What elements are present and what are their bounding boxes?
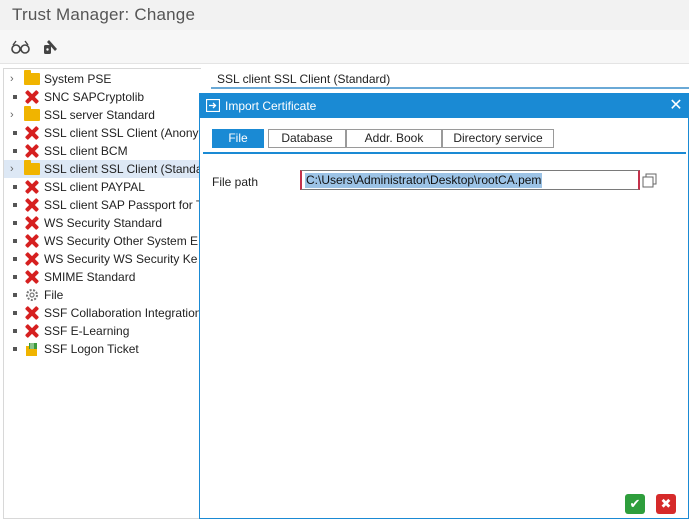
import-icon [205, 98, 221, 113]
tab-addr-book[interactable]: Addr. Book [346, 129, 442, 148]
cancel-button[interactable]: ✖ [656, 494, 676, 514]
file-path-value: C:\Users\Administrator\Desktop\rootCA.pe… [305, 173, 543, 188]
selected-pse-field[interactable]: SSL client SSL Client (Standard) [211, 69, 689, 89]
bullet-icon [13, 239, 17, 243]
bullet-icon [13, 203, 17, 207]
bullet-icon [13, 131, 17, 135]
tree-item[interactable]: SSF Logon Ticket [4, 340, 201, 358]
cancel-x-icon: ✖ [660, 496, 672, 511]
window-title: Trust Manager: Change [12, 5, 196, 24]
tree-item-label: SSL client SSL Client (Anony [44, 126, 199, 140]
error-x-icon [24, 305, 40, 321]
error-x-icon [24, 89, 40, 105]
value-help-icon[interactable] [642, 172, 658, 188]
tree-item-label: SSF Collaboration Integration [44, 306, 201, 320]
bullet-icon [13, 185, 17, 189]
checkmark-icon: ✔ [629, 496, 641, 511]
error-x-icon [24, 197, 40, 213]
tree-item-label: SSF Logon Ticket [44, 342, 139, 356]
gear-icon [24, 287, 40, 303]
tree-item-label: WS Security WS Security Ke [44, 252, 198, 266]
tree-item-label: WS Security Other System E [44, 234, 199, 248]
tree-item[interactable]: SMIME Standard [4, 268, 201, 286]
file-path-input[interactable]: C:\Users\Administrator\Desktop\rootCA.pe… [300, 170, 640, 190]
tree-item-label: WS Security Standard [44, 216, 163, 230]
bullet-icon [13, 95, 17, 99]
toolbar [0, 30, 689, 64]
tree-item-label: SMIME Standard [44, 270, 136, 284]
tree-item[interactable]: SNC SAPCryptolib [4, 88, 201, 106]
pse-tree: › System PSE SNC SAPCryptolib › SSL server S… [3, 68, 201, 519]
tab-underline [203, 152, 686, 154]
tree-item-label: SSL client PAYPAL [44, 180, 145, 194]
bullet-icon [13, 149, 17, 153]
bullet-icon [13, 221, 17, 225]
bullet-icon [13, 275, 17, 279]
tree-item[interactable]: › SSL client SSL Client (Standa [4, 160, 201, 178]
error-x-icon [24, 143, 40, 159]
folder-icon [24, 70, 40, 87]
folder-icon [24, 160, 40, 177]
tree-item[interactable]: SSL client BCM [4, 142, 201, 160]
bullet-icon [13, 311, 17, 315]
expand-arrow-icon[interactable]: › [10, 107, 18, 123]
tab-file[interactable]: File [212, 129, 264, 148]
tree-item[interactable]: SSF Collaboration Integration [4, 304, 201, 322]
ok-button[interactable]: ✔ [625, 494, 645, 514]
tree-item[interactable]: WS Security WS Security Ke [4, 250, 201, 268]
error-x-icon [24, 215, 40, 231]
file-path-label: File path [212, 175, 259, 189]
tree-item[interactable]: SSL client SAP Passport for T [4, 196, 201, 214]
tab-database[interactable]: Database [268, 129, 346, 148]
tree-item[interactable]: WS Security Standard [4, 214, 201, 232]
tree-item-label: SSL client SSL Client (Standa [44, 162, 201, 176]
tree-item-label: System PSE [44, 72, 112, 86]
error-x-icon [24, 323, 40, 339]
tree-item-label: SSF E-Learning [44, 324, 130, 338]
tree-item[interactable]: File [4, 286, 201, 304]
title-bar: Trust Manager: Change [0, 0, 689, 30]
tree-item[interactable]: SSF E-Learning [4, 322, 201, 340]
tree-item[interactable]: SSL client PAYPAL [4, 178, 201, 196]
error-x-icon [24, 251, 40, 267]
close-icon[interactable]: ✕ [667, 96, 685, 116]
dialog-title: Import Certificate [225, 99, 317, 113]
expand-arrow-icon[interactable]: › [10, 161, 18, 177]
error-x-icon [24, 179, 40, 195]
bullet-icon [13, 293, 17, 297]
expand-arrow-icon[interactable]: › [10, 71, 18, 87]
bullet-icon [13, 257, 17, 261]
error-x-icon [24, 269, 40, 285]
folder-icon [24, 106, 40, 123]
ticket-icon [24, 341, 40, 357]
bullet-icon [13, 347, 17, 351]
tree-item-label: File [44, 288, 64, 302]
error-x-icon [24, 233, 40, 249]
import-certificate-dialog: Import Certificate ✕ File Database Addr.… [199, 93, 689, 519]
tree-item[interactable]: › System PSE [4, 70, 201, 88]
tree-item-label: SSL client SAP Passport for T [44, 198, 201, 212]
tree-item[interactable]: › SSL server Standard [4, 106, 201, 124]
tree-item-label: SSL client BCM [44, 144, 128, 158]
dialog-header: Import Certificate ✕ [200, 94, 688, 118]
glasses-icon[interactable] [10, 36, 32, 58]
tree-item[interactable]: SSL client SSL Client (Anony [4, 124, 201, 142]
tree-item-label: SSL server Standard [44, 108, 155, 122]
bullet-icon [13, 329, 17, 333]
tree-item-label: SNC SAPCryptolib [44, 90, 145, 104]
tree-item[interactable]: WS Security Other System E [4, 232, 201, 250]
pencil-key-icon[interactable] [40, 36, 62, 58]
error-x-icon [24, 125, 40, 141]
tab-directory-service[interactable]: Directory service [442, 129, 554, 148]
